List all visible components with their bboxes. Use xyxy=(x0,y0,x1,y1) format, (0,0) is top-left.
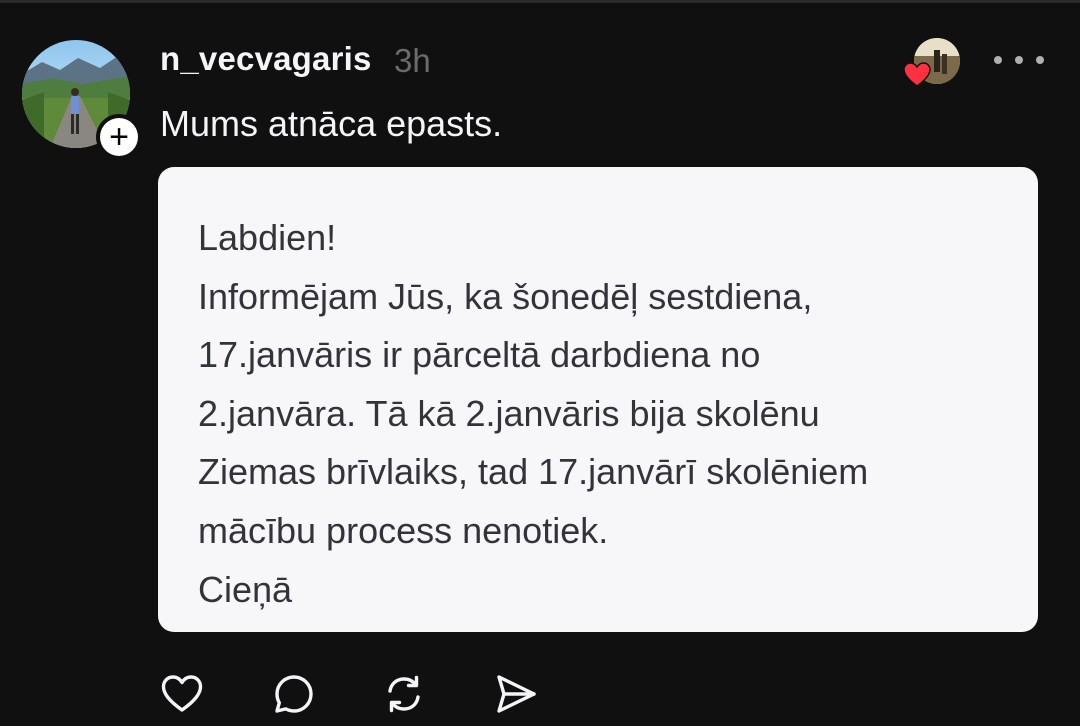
post-author-avatar-group[interactable]: + xyxy=(22,40,142,160)
heart-filled-icon xyxy=(903,62,931,88)
top-divider xyxy=(0,0,1080,3)
post-action-bar xyxy=(158,670,558,722)
more-dot xyxy=(994,56,1002,64)
post-username[interactable]: n_vecvagaris xyxy=(160,40,372,78)
post-caption: Mums atnāca epasts. xyxy=(160,103,503,144)
like-button[interactable] xyxy=(158,670,206,718)
repost-button[interactable] xyxy=(380,670,428,718)
post-timestamp: 3h xyxy=(394,42,431,79)
email-line: Informējam Jūs, ka šonedēļ sestdiena, xyxy=(198,275,813,317)
repost-icon xyxy=(388,675,420,713)
email-line: 17.janvāris ir pārceltā darbdiena no xyxy=(198,334,761,376)
email-line: Labdien! xyxy=(198,217,337,258)
plus-icon: + xyxy=(100,118,138,156)
more-horizontal-icon[interactable] xyxy=(994,46,1044,74)
share-button[interactable] xyxy=(492,670,540,718)
email-line: mācību process nenotiek. xyxy=(198,509,609,551)
email-line: 2.janvāra. Tā kā 2.janvāris bija skolēnu xyxy=(198,392,820,434)
follow-button[interactable]: + xyxy=(96,114,142,160)
send-icon xyxy=(497,675,536,713)
heart-outline-icon xyxy=(161,675,203,712)
more-dot xyxy=(1015,56,1023,64)
more-dot xyxy=(1036,56,1044,64)
email-line: Ziemas brīvlaiks, tad 17.janvārī skolēni… xyxy=(198,451,869,493)
reply-button[interactable] xyxy=(270,670,318,718)
email-screenshot-card: Labdien! Informējam Jūs, ka šonedēļ sest… xyxy=(158,167,1038,632)
email-line: Cieņā xyxy=(198,568,293,610)
comment-bubble-icon xyxy=(275,675,313,713)
